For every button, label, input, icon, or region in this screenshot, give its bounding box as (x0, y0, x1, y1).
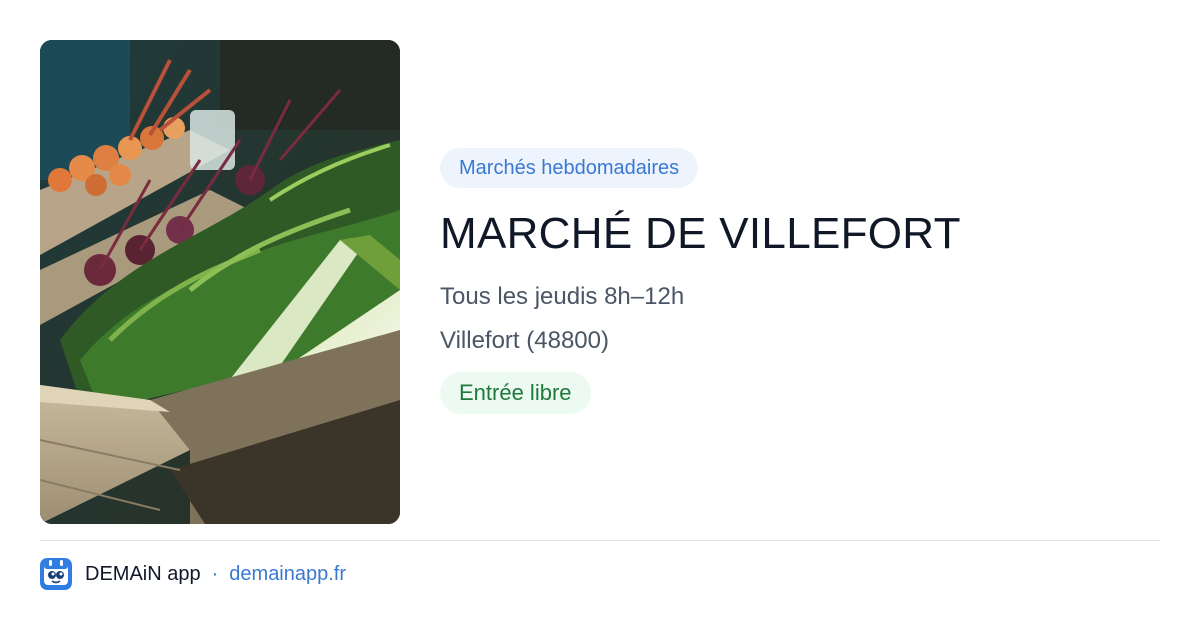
event-title: MARCHÉ DE VILLEFORT (440, 209, 961, 258)
footer-divider (40, 540, 1160, 541)
vegetable-crates-photo (40, 40, 400, 524)
event-image (40, 40, 400, 524)
category-badge[interactable]: Marchés hebdomadaires (440, 148, 699, 188)
event-schedule: Tous les jeudis 8h–12h (440, 283, 685, 310)
footer-separator: · (211, 562, 219, 585)
app-name: DEMAiN app (85, 562, 201, 585)
event-location: Villefort (48800) (440, 327, 609, 354)
access-badge: Entrée libre (440, 372, 591, 414)
demain-app-logo-icon[interactable] (40, 558, 72, 590)
event-info: Marchés hebdomadaires MARCHÉ DE VILLEFOR… (440, 148, 1160, 414)
footer: DEMAiN app · demainapp.fr (40, 558, 346, 590)
app-website-link[interactable]: demainapp.fr (229, 563, 346, 586)
